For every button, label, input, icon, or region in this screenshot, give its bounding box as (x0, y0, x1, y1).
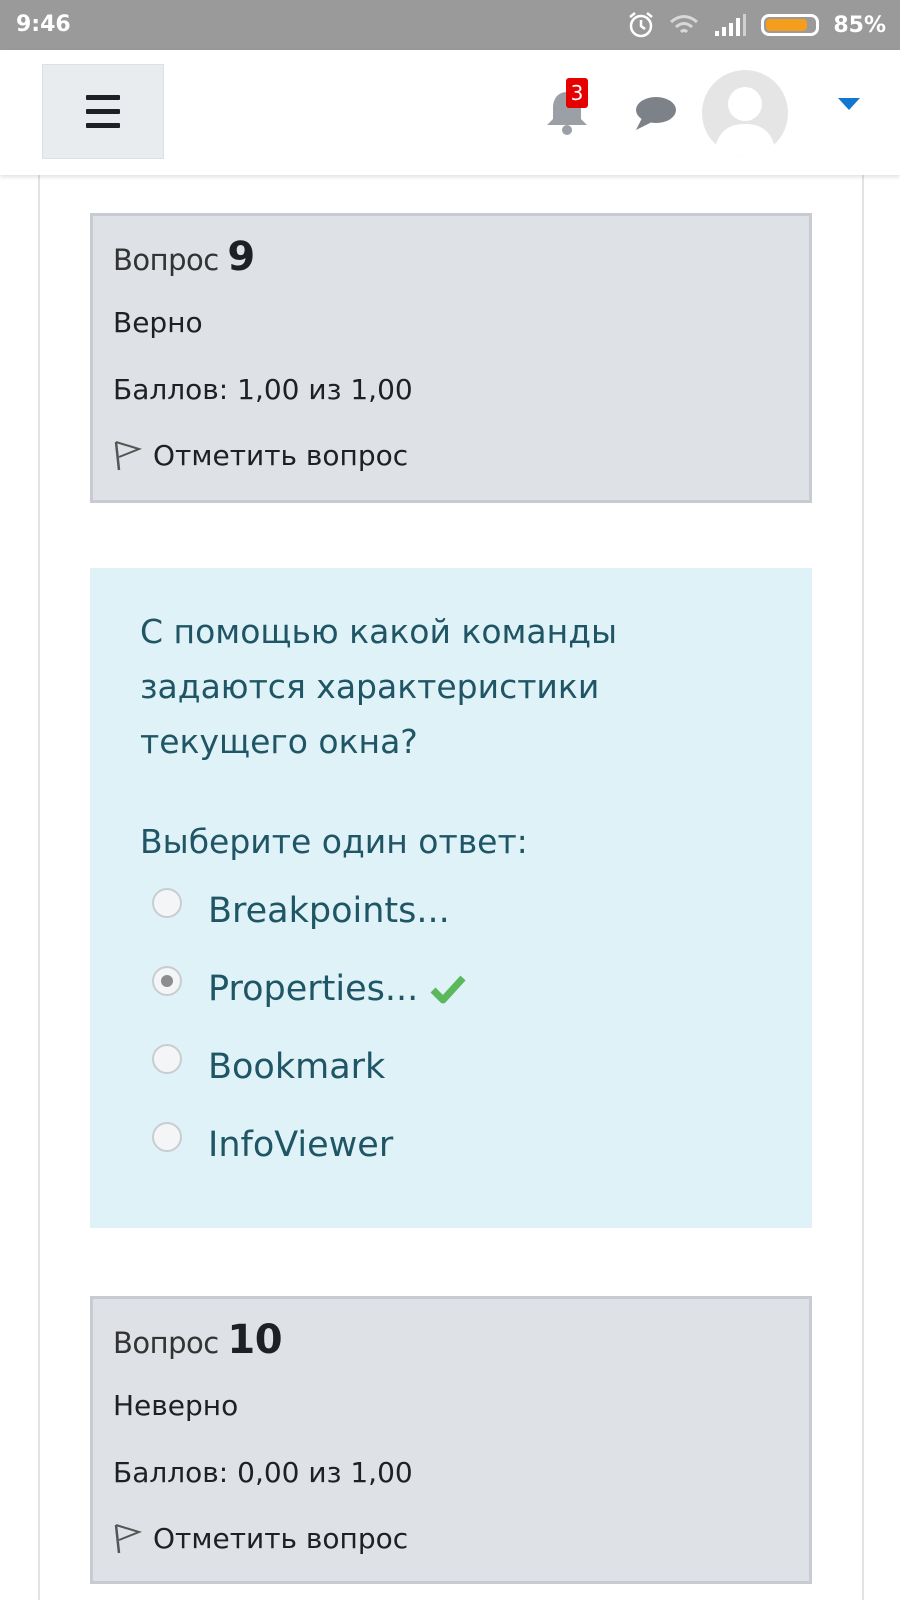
top-navbar: 3 (0, 50, 900, 175)
flag-question-link[interactable]: Отметить вопрос (113, 1521, 408, 1555)
answer-prompt: Выберите один ответ: (140, 822, 528, 861)
answer-label: Breakpoints... (208, 891, 450, 931)
flag-icon (114, 441, 143, 471)
question-heading: Вопрос 9 (113, 234, 255, 280)
question-number: 10 (227, 1317, 283, 1363)
answer-label: Properties... (208, 969, 419, 1009)
user-silhouette-icon (714, 87, 776, 156)
question-label: Вопрос (113, 243, 219, 277)
radio-button[interactable] (152, 1044, 182, 1074)
question-heading: Вопрос 10 (113, 1317, 283, 1363)
radio-button[interactable] (152, 888, 182, 918)
answer-option[interactable]: Bookmark (152, 1042, 385, 1092)
question-grade: Баллов: 0,00 из 1,00 (113, 1456, 413, 1489)
question-text: С помощью какой команды задаются характе… (140, 612, 618, 761)
answer-option[interactable]: Breakpoints... (152, 886, 450, 936)
radio-button[interactable] (152, 1122, 182, 1152)
status-icons: 85% (627, 10, 886, 40)
question-content: С помощью какой команды задаются характе… (90, 568, 812, 1228)
status-bar: 9:46 85% (0, 0, 900, 50)
answer-label: InfoViewer (208, 1125, 394, 1165)
question-label: Вопрос (113, 1326, 219, 1360)
answer-label: Bookmark (208, 1047, 386, 1087)
flag-question-label: Отметить вопрос (153, 438, 409, 472)
correct-check-icon (430, 975, 466, 1004)
question-info-9: Вопрос 9 Верно Баллов: 1,00 из 1,00 Отме… (90, 213, 812, 503)
alarm-icon (629, 12, 654, 38)
question-info-10: Вопрос 10 Неверно Баллов: 0,00 из 1,00 О… (90, 1296, 812, 1584)
question-state: Неверно (113, 1389, 239, 1422)
question-state: Верно (113, 306, 203, 339)
caret-down-icon[interactable] (838, 98, 860, 112)
question-grade: Баллов: 1,00 из 1,00 (113, 373, 413, 406)
flag-icon (114, 1524, 143, 1554)
notification-count-badge: 3 (566, 78, 588, 108)
question-number: 9 (227, 234, 255, 280)
signal-icon (715, 14, 747, 36)
answer-option[interactable]: Properties... (152, 964, 466, 1014)
battery-level (766, 19, 807, 31)
answer-option[interactable]: InfoViewer (152, 1120, 393, 1170)
battery-icon (761, 14, 820, 36)
flag-question-link[interactable]: Отметить вопрос (113, 438, 408, 472)
menu-button[interactable] (42, 64, 164, 159)
status-time: 9:46 (16, 12, 71, 37)
radio-button-selected[interactable] (152, 966, 182, 996)
chat-icon[interactable] (632, 94, 678, 134)
battery-percent: 85% (833, 12, 886, 38)
user-avatar[interactable] (702, 70, 788, 156)
flag-question-label: Отметить вопрос (153, 1521, 409, 1555)
wifi-icon (670, 15, 699, 34)
